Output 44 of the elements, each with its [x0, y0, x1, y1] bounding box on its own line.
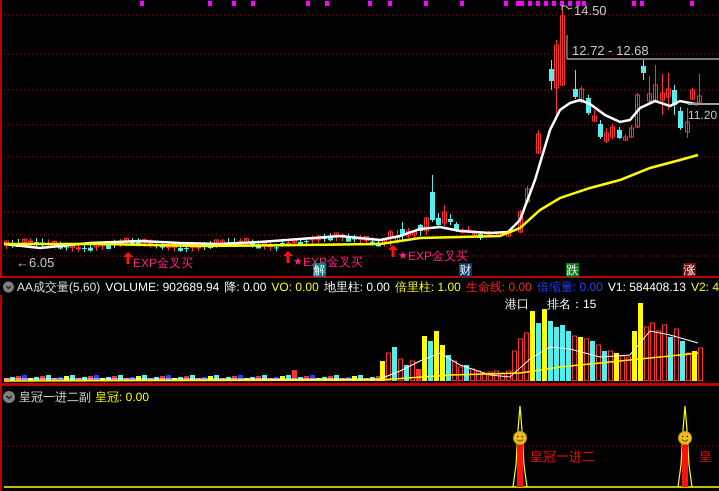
- buy-arrow-icon: [123, 252, 133, 264]
- indicator-title: 皇冠一进二副: [19, 391, 91, 403]
- last-price-label: 11.20: [688, 109, 718, 121]
- low-price-label: ←6.05: [16, 256, 54, 269]
- price-guide-line: [688, 103, 719, 105]
- candlestick: [690, 88, 695, 100]
- event-marker[interactable]: 解: [313, 263, 326, 277]
- volume-annotation: 排名：15: [547, 298, 596, 310]
- candlestick: [388, 230, 393, 246]
- peak-pointer-icon: [562, 4, 572, 10]
- candlestick: [518, 210, 523, 234]
- crown-signal-label: 皇冠一进二: [530, 450, 595, 463]
- high-price-label: 14.50: [574, 4, 607, 17]
- indicator-reading: 倍缩量: 0.00: [536, 280, 603, 292]
- candlestick: [697, 74, 702, 104]
- signal-label: EXP金叉买: [408, 250, 468, 262]
- indicator-reading: 生命线: 0.00: [466, 280, 532, 292]
- signal-label: EXP金叉买: [133, 257, 194, 269]
- indicator-reading: VOLUME: 902689.94: [105, 280, 220, 292]
- candlestick: [685, 108, 690, 138]
- candlestick: [536, 130, 541, 154]
- collapse-icon[interactable]: [3, 391, 15, 403]
- indicator-reading: 降: 0.00: [224, 280, 266, 292]
- indicator-reading: 皇冠: 0.00: [95, 391, 150, 403]
- event-marker[interactable]: 跌: [566, 263, 579, 277]
- collapse-icon[interactable]: [3, 280, 14, 292]
- candlestick: [506, 230, 511, 238]
- price-range-label: 12.72 - 12.68: [572, 44, 649, 57]
- star-icon: ★: [293, 256, 303, 268]
- candlestick: [496, 232, 501, 238]
- buy-arrow-icon: [283, 251, 293, 263]
- crown-signal-label: 皇: [699, 450, 712, 463]
- volume-annotation: 港口: [505, 298, 529, 310]
- buy-arrow-icon: [388, 245, 398, 257]
- candlestick: [525, 186, 530, 204]
- indicator-reading: 地里柱: 0.00: [324, 280, 390, 292]
- indicator-reading: VO: 0.00: [271, 280, 319, 292]
- indicator-reading: V1: 584408.13: [608, 280, 686, 292]
- indicator-title: AA成交量(5,60): [16, 280, 100, 292]
- event-marker[interactable]: 财: [459, 263, 472, 277]
- indicator-reading: V2: 4: [690, 280, 719, 292]
- indicator-reading: 倍里柱: 1.00: [394, 280, 461, 292]
- event-marker[interactable]: 涨: [683, 263, 696, 277]
- star-icon: ★: [398, 250, 408, 262]
